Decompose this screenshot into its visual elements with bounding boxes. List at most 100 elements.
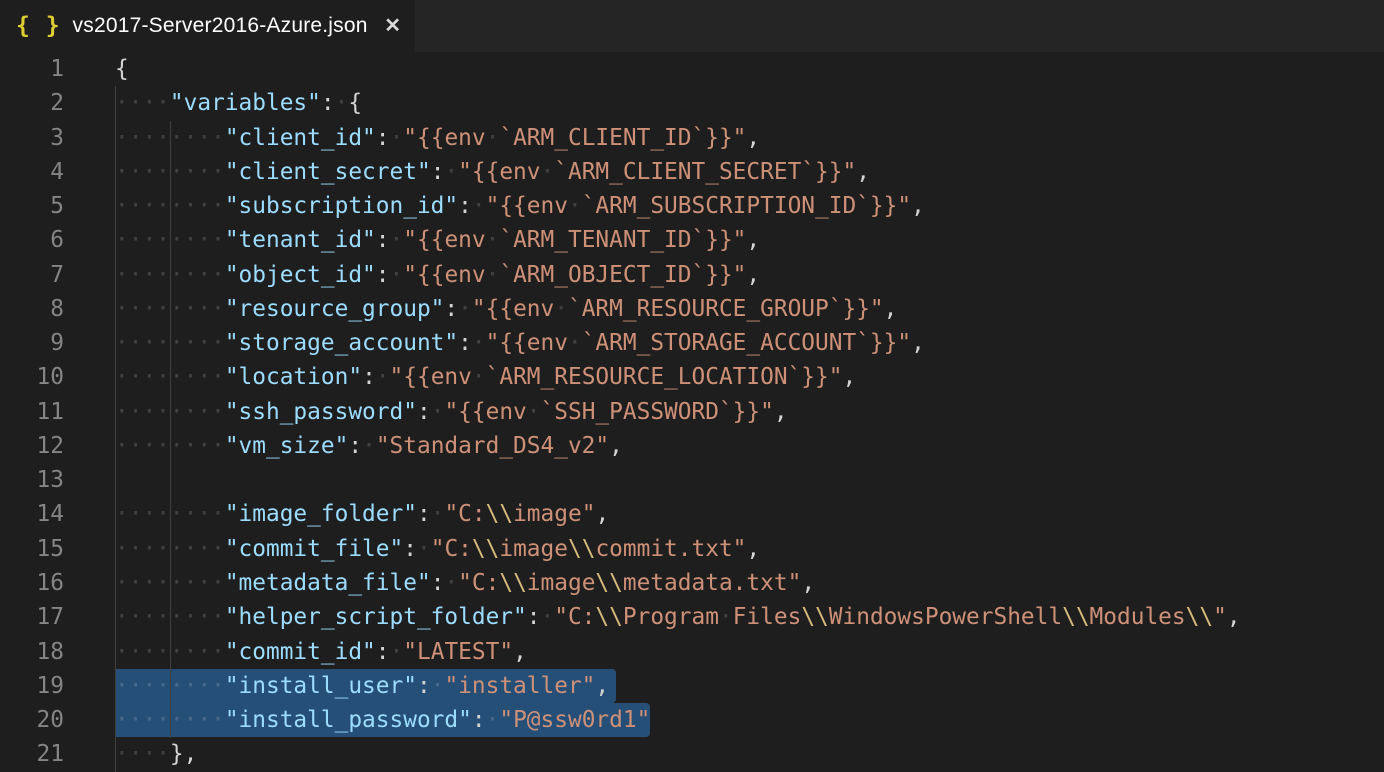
tab-close-button[interactable]: ✕ <box>384 16 401 36</box>
whitespace-dots: ········ <box>115 707 225 733</box>
code-token-key: "install_password" <box>225 707 472 733</box>
line-number[interactable]: 11 <box>0 395 64 429</box>
code-line[interactable]: 19········"install_user":·"installer", <box>0 669 1384 703</box>
code-token-string: "{{env <box>486 330 568 356</box>
line-number[interactable]: 5 <box>0 189 64 223</box>
line-number[interactable]: 20 <box>0 703 64 737</box>
tab-vs2017-server2016-azure-json[interactable]: { } vs2017-Server2016-Azure.json ✕ <box>0 0 415 52</box>
line-number[interactable]: 15 <box>0 532 64 566</box>
whitespace-dots: · <box>362 433 376 459</box>
line-number[interactable]: 2 <box>0 86 64 120</box>
whitespace-dots: · <box>472 193 486 219</box>
code-token-string: "{{env <box>403 125 485 151</box>
code-token-escape: \\ <box>472 536 499 562</box>
code-line[interactable]: 11········"ssh_password":·"{{env·`SSH_PA… <box>0 395 1384 429</box>
whitespace-dots: · <box>541 604 555 630</box>
line-number[interactable]: 17 <box>0 600 64 634</box>
code-line[interactable]: 10········"location":·"{{env·`ARM_RESOUR… <box>0 360 1384 394</box>
code-line[interactable]: 3········"client_id":·"{{env·`ARM_CLIENT… <box>0 121 1384 155</box>
whitespace-dots: · <box>486 125 500 151</box>
code-token-key: "object_id" <box>225 262 376 288</box>
line-number[interactable]: 9 <box>0 326 64 360</box>
whitespace-dots: · <box>568 330 582 356</box>
code-token-string: Program <box>623 604 719 630</box>
code-line-content: ········"commit_id":·"LATEST", <box>115 635 527 669</box>
code-token-punct: , <box>842 364 856 390</box>
code-line[interactable]: 6········"tenant_id":·"{{env·`ARM_TENANT… <box>0 223 1384 257</box>
tab-bar: { } vs2017-Server2016-Azure.json ✕ <box>0 0 1384 52</box>
line-number[interactable]: 7 <box>0 258 64 292</box>
whitespace-dots: ···· <box>115 90 170 116</box>
whitespace-dots: · <box>390 125 404 151</box>
whitespace-dots: ···· <box>115 741 170 767</box>
code-token-key: "commit_file" <box>225 536 403 562</box>
code-line-content: ········"ssh_password":·"{{env·`SSH_PASS… <box>115 395 788 429</box>
line-number[interactable]: 12 <box>0 429 64 463</box>
code-line-content: ········"vm_size":·"Standard_DS4_v2", <box>115 429 623 463</box>
code-token-key: "install_user" <box>225 673 417 699</box>
line-number[interactable]: 13 <box>0 463 64 497</box>
code-token-punct: , <box>856 159 870 185</box>
code-token-escape: \\ <box>595 570 622 596</box>
whitespace-dots: · <box>431 673 445 699</box>
code-line[interactable]: 15········"commit_file":·"C:\\image\\com… <box>0 532 1384 566</box>
code-line[interactable]: 12········"vm_size":·"Standard_DS4_v2", <box>0 429 1384 463</box>
code-token-escape: \\ <box>499 570 526 596</box>
line-number[interactable]: 4 <box>0 155 64 189</box>
tab-title: vs2017-Server2016-Azure.json <box>73 14 368 38</box>
code-line[interactable]: 8········"resource_group":·"{{env·`ARM_R… <box>0 292 1384 326</box>
code-token-string: `ARM_RESOURCE_GROUP`}}" <box>568 296 884 322</box>
code-token-punct: : <box>472 707 486 733</box>
line-number[interactable]: 10 <box>0 360 64 394</box>
code-token-string: commit.txt" <box>595 536 746 562</box>
line-number[interactable]: 6 <box>0 223 64 257</box>
code-line[interactable]: 5 ········"subscription_id":·"{{env·`ARM_… <box>0 189 1384 223</box>
code-line[interactable]: 18 ········"commit_id":·"LATEST", <box>0 635 1384 669</box>
whitespace-dots: · <box>486 262 500 288</box>
code-line[interactable]: 1{ <box>0 52 1384 86</box>
code-token-punct: , <box>746 227 760 253</box>
code-line[interactable]: 14 ········"image_folder":·"C:\\image", <box>0 497 1384 531</box>
line-number[interactable]: 14 <box>0 497 64 531</box>
code-line[interactable]: 16········"metadata_file":·"C:\\image\\m… <box>0 566 1384 600</box>
code-token-string: "C: <box>444 501 485 527</box>
line-number[interactable]: 19 <box>0 669 64 703</box>
code-line[interactable]: 2····"variables":·{ <box>0 86 1384 120</box>
code-token-string: image <box>499 536 568 562</box>
line-number[interactable]: 16 <box>0 566 64 600</box>
line-number[interactable]: 1 <box>0 52 64 86</box>
whitespace-dots: · <box>431 399 445 425</box>
code-token-string: `ARM_RESOURCE_LOCATION`}}" <box>486 364 843 390</box>
code-token-punct: : <box>527 604 541 630</box>
code-token-punct: : <box>458 330 472 356</box>
line-number[interactable]: 21 <box>0 737 64 771</box>
whitespace-dots: ········ <box>115 330 225 356</box>
code-line-content: ········"subscription_id":·"{{env·`ARM_S… <box>115 189 925 223</box>
code-line[interactable]: 17········"helper_script_folder":·"C:\\P… <box>0 600 1384 634</box>
code-line[interactable]: 9········"storage_account":·"{{env·`ARM_… <box>0 326 1384 360</box>
code-token-key: "metadata_file" <box>225 570 431 596</box>
code-line[interactable]: 4········"client_secret":·"{{env·`ARM_CL… <box>0 155 1384 189</box>
whitespace-dots: · <box>472 364 486 390</box>
line-number[interactable]: 8 <box>0 292 64 326</box>
code-token-string: `ARM_STORAGE_ACCOUNT`}}" <box>582 330 911 356</box>
code-line[interactable]: 13 <box>0 463 1384 497</box>
code-token-punct: : <box>431 159 445 185</box>
code-token-escape: \\ <box>486 501 513 527</box>
code-token-string: "installer" <box>444 673 595 699</box>
line-number[interactable]: 3 <box>0 121 64 155</box>
line-number[interactable]: 18 <box>0 635 64 669</box>
code-token-escape: \\ <box>801 604 828 630</box>
code-token-key: "commit_id" <box>225 639 376 665</box>
code-line-content: ········"image_folder":·"C:\\image", <box>115 497 609 531</box>
code-token-string: image" <box>513 501 595 527</box>
code-token-key: "vm_size" <box>225 433 349 459</box>
code-line[interactable]: 7········"object_id":·"{{env·`ARM_OBJECT… <box>0 258 1384 292</box>
code-line[interactable]: 20 ········"install_password":·"P@ssw0rd1… <box>0 703 1384 737</box>
code-token-key: "client_secret" <box>225 159 431 185</box>
code-line-content: ········"install_password":·"P@ssw0rd1" <box>115 703 650 737</box>
code-token-key: "ssh_password" <box>225 399 417 425</box>
code-token-string: metadata.txt" <box>623 570 801 596</box>
code-token-string: "C: <box>458 570 499 596</box>
code-line[interactable]: 21····}, <box>0 737 1384 771</box>
